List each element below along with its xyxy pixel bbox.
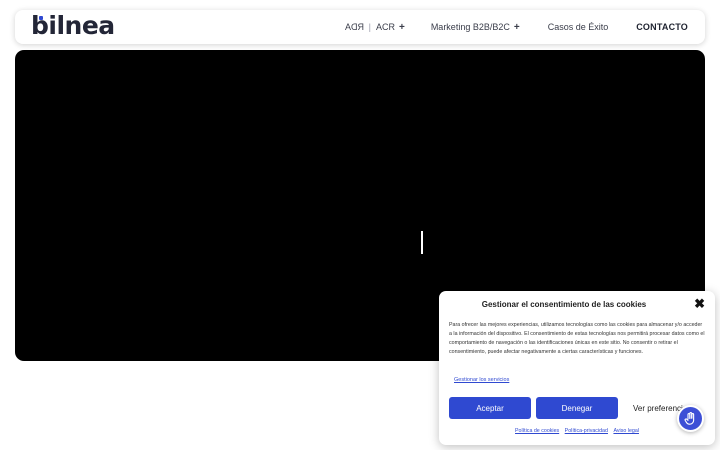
- nav-divider: |: [368, 22, 371, 32]
- nav-item-contacto-label: CONTACTO: [636, 22, 688, 32]
- logo-text: bilnea: [31, 11, 115, 40]
- nav-item-contacto[interactable]: CONTACTO: [636, 22, 688, 32]
- text-cursor: [421, 231, 423, 254]
- nav-item-casos-exito[interactable]: Casos de Éxito: [548, 22, 609, 32]
- accessibility-hand-icon: [684, 412, 695, 425]
- cookie-consent-dialog: Gestionar el consentimiento de las cooki…: [439, 291, 715, 445]
- nav-item-marketing[interactable]: Marketing B2B/B2C +: [431, 22, 520, 33]
- cookie-dialog-body: Para ofrecer las mejores experiencias, u…: [449, 322, 705, 355]
- close-icon[interactable]: ✖: [694, 297, 705, 310]
- cookie-dialog-title: Gestionar el consentimiento de las cooki…: [481, 300, 647, 309]
- cookie-legal-links: Política de cookies Política-privacidad …: [439, 428, 715, 434]
- cookie-policy-link[interactable]: Política de cookies: [515, 428, 559, 434]
- nav-links: RDA | ACR + Marketing B2B/B2C + Casos de…: [345, 10, 688, 44]
- deny-button[interactable]: Denegar: [536, 397, 618, 419]
- legal-notice-link[interactable]: Aviso legal: [613, 428, 639, 434]
- top-navbar: bilnea RDA | ACR + Marketing B2B/B2C + C…: [15, 10, 705, 44]
- nav-item-casos-label: Casos de Éxito: [547, 22, 609, 32]
- bilnea-logo[interactable]: bilnea: [31, 13, 115, 39]
- accept-button[interactable]: Aceptar: [449, 397, 531, 419]
- nav-item-rda-label: RDA: [344, 22, 364, 32]
- expand-plus-icon: +: [398, 21, 405, 33]
- accessibility-button[interactable]: [677, 405, 704, 432]
- nav-item-marketing-label: Marketing B2B/B2C: [430, 22, 510, 32]
- logo-dot: [39, 16, 43, 20]
- manage-services-link[interactable]: Gestionar los servicios: [454, 377, 509, 383]
- nav-item-rda-acr[interactable]: RDA | ACR +: [345, 22, 405, 33]
- privacy-policy-link[interactable]: Política-privacidad: [565, 428, 608, 434]
- nav-item-acr-label: ACR: [375, 22, 395, 32]
- expand-plus-icon: +: [513, 21, 520, 33]
